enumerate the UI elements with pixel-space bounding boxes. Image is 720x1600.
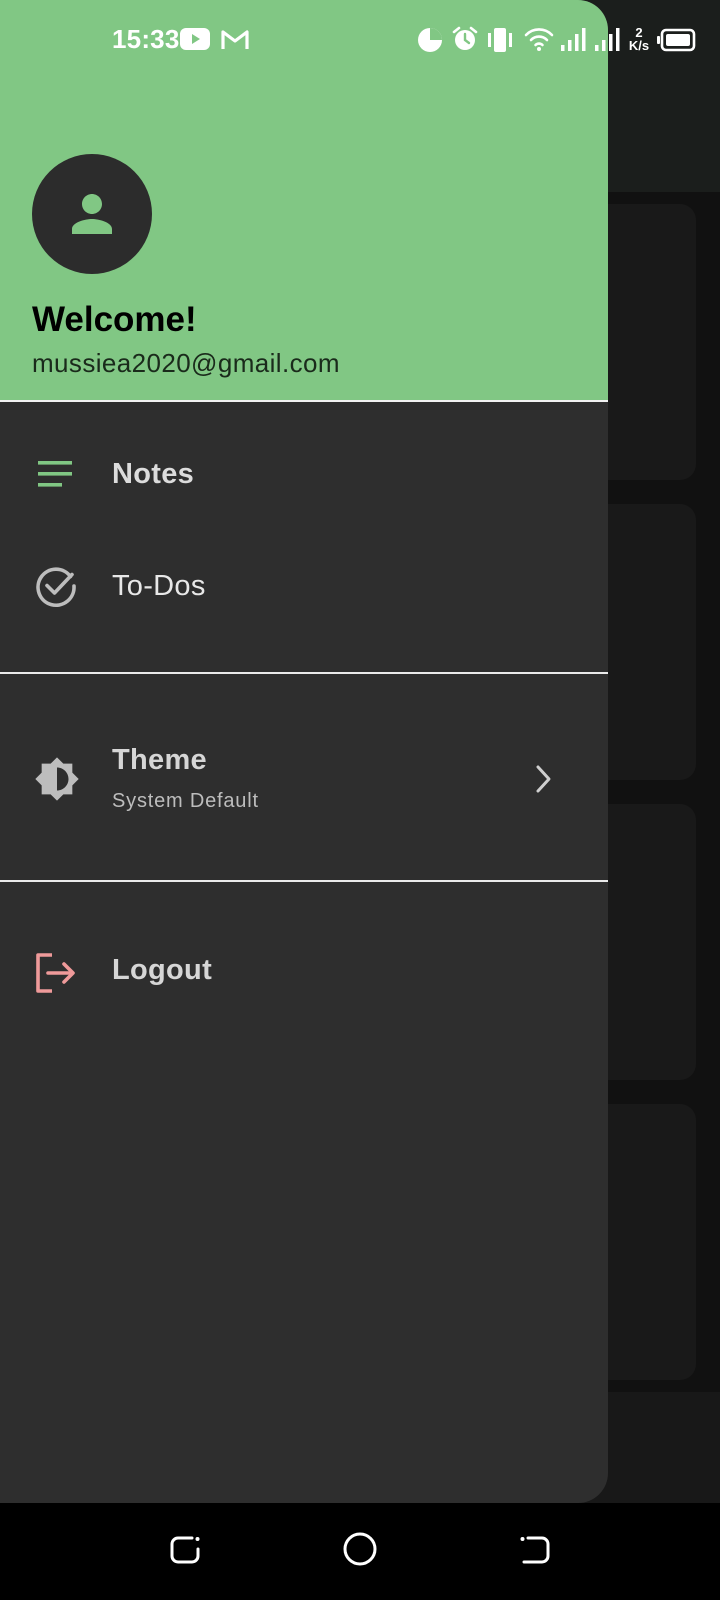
signal-icon xyxy=(561,28,586,51)
gmail-icon xyxy=(221,30,249,49)
drawer-item-todos[interactable]: To-Dos xyxy=(0,536,608,636)
drawer-item-notes[interactable]: Notes xyxy=(0,424,608,524)
status-bar: 15:33 2 K/s xyxy=(0,0,720,80)
section-divider xyxy=(0,880,608,882)
logout-icon xyxy=(36,953,75,993)
logout-label: Logout xyxy=(112,954,213,986)
section-divider xyxy=(0,672,608,674)
theme-setting[interactable]: Theme System Default xyxy=(0,724,608,834)
person-icon xyxy=(72,194,112,234)
drawer-item-label: Notes xyxy=(112,458,195,490)
battery-icon xyxy=(657,28,696,52)
logout-item[interactable]: Logout xyxy=(0,920,608,1020)
recents-icon[interactable] xyxy=(168,1533,202,1567)
header-divider xyxy=(0,400,608,402)
home-icon[interactable] xyxy=(342,1531,378,1567)
wifi-icon xyxy=(524,28,554,51)
signal-icon xyxy=(595,28,620,51)
theme-value: System Default xyxy=(112,790,259,812)
alarm-icon xyxy=(452,26,478,50)
user-email: mussiea2020@gmail.com xyxy=(32,348,340,378)
data-saver-icon xyxy=(418,28,442,52)
back-icon[interactable] xyxy=(518,1533,552,1567)
drawer-item-label: To-Dos xyxy=(112,570,206,602)
navigation-drawer: Welcome! mussiea2020@gmail.com Notes To-… xyxy=(0,0,608,1503)
status-time: 15:33 xyxy=(112,24,180,54)
notes-icon xyxy=(38,461,72,487)
youtube-icon xyxy=(180,28,210,50)
network-speed: 2 K/s xyxy=(626,26,652,52)
theme-label: Theme xyxy=(112,744,207,776)
network-speed-unit: K/s xyxy=(628,38,650,53)
check-circle-icon xyxy=(36,567,76,607)
chevron-right-icon xyxy=(536,765,551,793)
system-nav-bar xyxy=(0,1503,720,1600)
avatar[interactable] xyxy=(32,154,152,274)
welcome-heading: Welcome! xyxy=(32,300,197,339)
vibrate-icon xyxy=(488,28,512,52)
brightness-icon xyxy=(35,757,79,801)
